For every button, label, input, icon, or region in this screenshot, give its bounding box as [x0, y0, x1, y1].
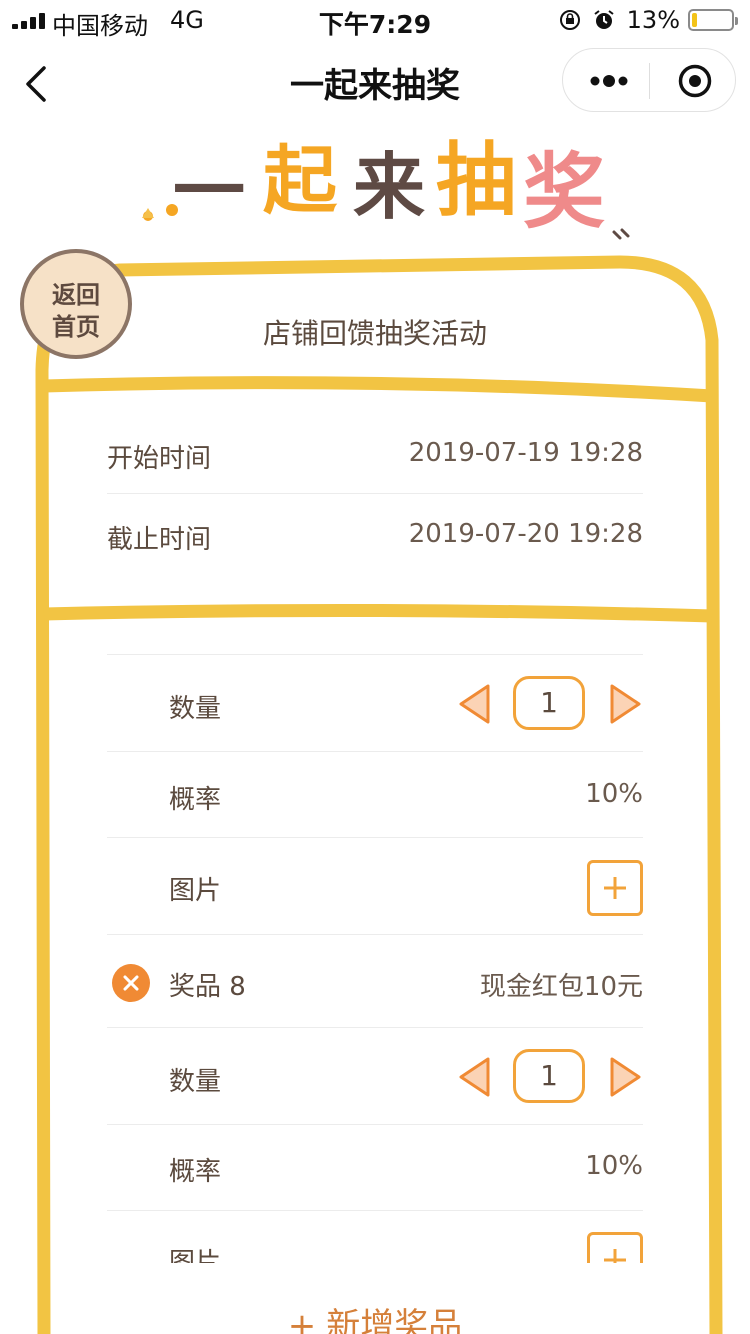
probability-row[interactable]: 概率 10%: [107, 765, 643, 825]
probability-value: 10%: [585, 779, 643, 809]
banner-title: 一起来抽奖: [142, 133, 630, 241]
nav-bar: 一起来抽奖: [0, 40, 750, 128]
capsule-divider: [649, 63, 650, 99]
add-image-button[interactable]: [587, 1232, 643, 1263]
add-image-button[interactable]: [587, 860, 643, 916]
divider: [107, 934, 643, 935]
prize-header-row[interactable]: 奖品 8 现金红包10元: [107, 952, 643, 1012]
start-time-value: 2019-07-19 19:28: [408, 438, 643, 468]
quantity-row: 数量 1: [107, 674, 643, 734]
add-prize-button[interactable]: + 新增奖品: [0, 1298, 750, 1334]
banner-char: 奖: [523, 145, 605, 240]
probability-label: 概率: [169, 1157, 222, 1187]
divider: [107, 751, 643, 752]
quantity-stepper: 1: [457, 674, 643, 734]
probability-label: 概率: [169, 785, 222, 815]
end-time-label: 截止时间: [107, 525, 212, 555]
status-bar: 中国移动 4G 下午7:29 13%: [0, 0, 750, 40]
end-time-value: 2019-07-20 19:28: [408, 519, 643, 549]
image-row: 图片: [107, 1228, 643, 1263]
divider: [107, 1027, 643, 1028]
divider: [107, 493, 643, 494]
image-row: 图片: [107, 856, 643, 916]
back-home-line1: 返回: [52, 281, 100, 309]
add-prize-label: 新增奖品: [326, 1306, 463, 1334]
probability-row[interactable]: 概率 10%: [107, 1137, 643, 1197]
quantity-value[interactable]: 1: [513, 1049, 585, 1103]
divider: [107, 654, 643, 655]
divider: [107, 837, 643, 838]
target-close-icon[interactable]: [677, 63, 713, 99]
decrement-arrow-icon[interactable]: [457, 1055, 491, 1099]
divider: [107, 1124, 643, 1125]
more-dots-icon[interactable]: [589, 70, 629, 92]
banner-char: 来: [353, 145, 425, 229]
banner-char: 起: [263, 138, 338, 224]
battery-icon: [688, 9, 738, 31]
banner-char: 一: [173, 149, 245, 233]
prize-name: 奖品 8: [169, 972, 246, 1002]
prize-value: 现金红包10元: [479, 972, 643, 1002]
end-time-row[interactable]: 截止时间 2019-07-20 19:28: [107, 505, 643, 565]
banner-char: 抽: [436, 134, 516, 227]
prize-list[interactable]: 数量 1 概率 10% 图片 奖品 8 现金红包10元 数量 1 概率 10% …: [56, 625, 706, 1263]
increment-arrow-icon[interactable]: [609, 1055, 643, 1099]
quantity-label: 数量: [169, 1067, 222, 1097]
decrement-arrow-icon[interactable]: [457, 682, 491, 726]
divider: [107, 1210, 643, 1211]
delete-prize-icon[interactable]: [112, 964, 150, 1002]
probability-value: 10%: [585, 1151, 643, 1181]
quantity-row: 数量 1: [107, 1047, 643, 1107]
start-time-row[interactable]: 开始时间 2019-07-19 19:28: [107, 424, 643, 484]
increment-arrow-icon[interactable]: [609, 682, 643, 726]
mini-program-capsule: [562, 48, 736, 112]
activity-title: 店铺回馈抽奖活动: [262, 317, 487, 350]
orientation-lock-icon: [559, 10, 580, 30]
battery-percent: 13%: [626, 6, 680, 34]
image-label: 图片: [169, 876, 222, 906]
quantity-stepper: 1: [457, 1047, 643, 1107]
plus-icon: +: [287, 1306, 317, 1334]
image-label: 图片: [169, 1248, 222, 1263]
start-time-label: 开始时间: [107, 444, 212, 474]
quantity-value[interactable]: 1: [513, 676, 585, 730]
alarm-icon: [594, 10, 614, 29]
status-right: 13%: [559, 6, 738, 34]
battery-fill: [692, 13, 697, 27]
quantity-label: 数量: [169, 694, 222, 724]
